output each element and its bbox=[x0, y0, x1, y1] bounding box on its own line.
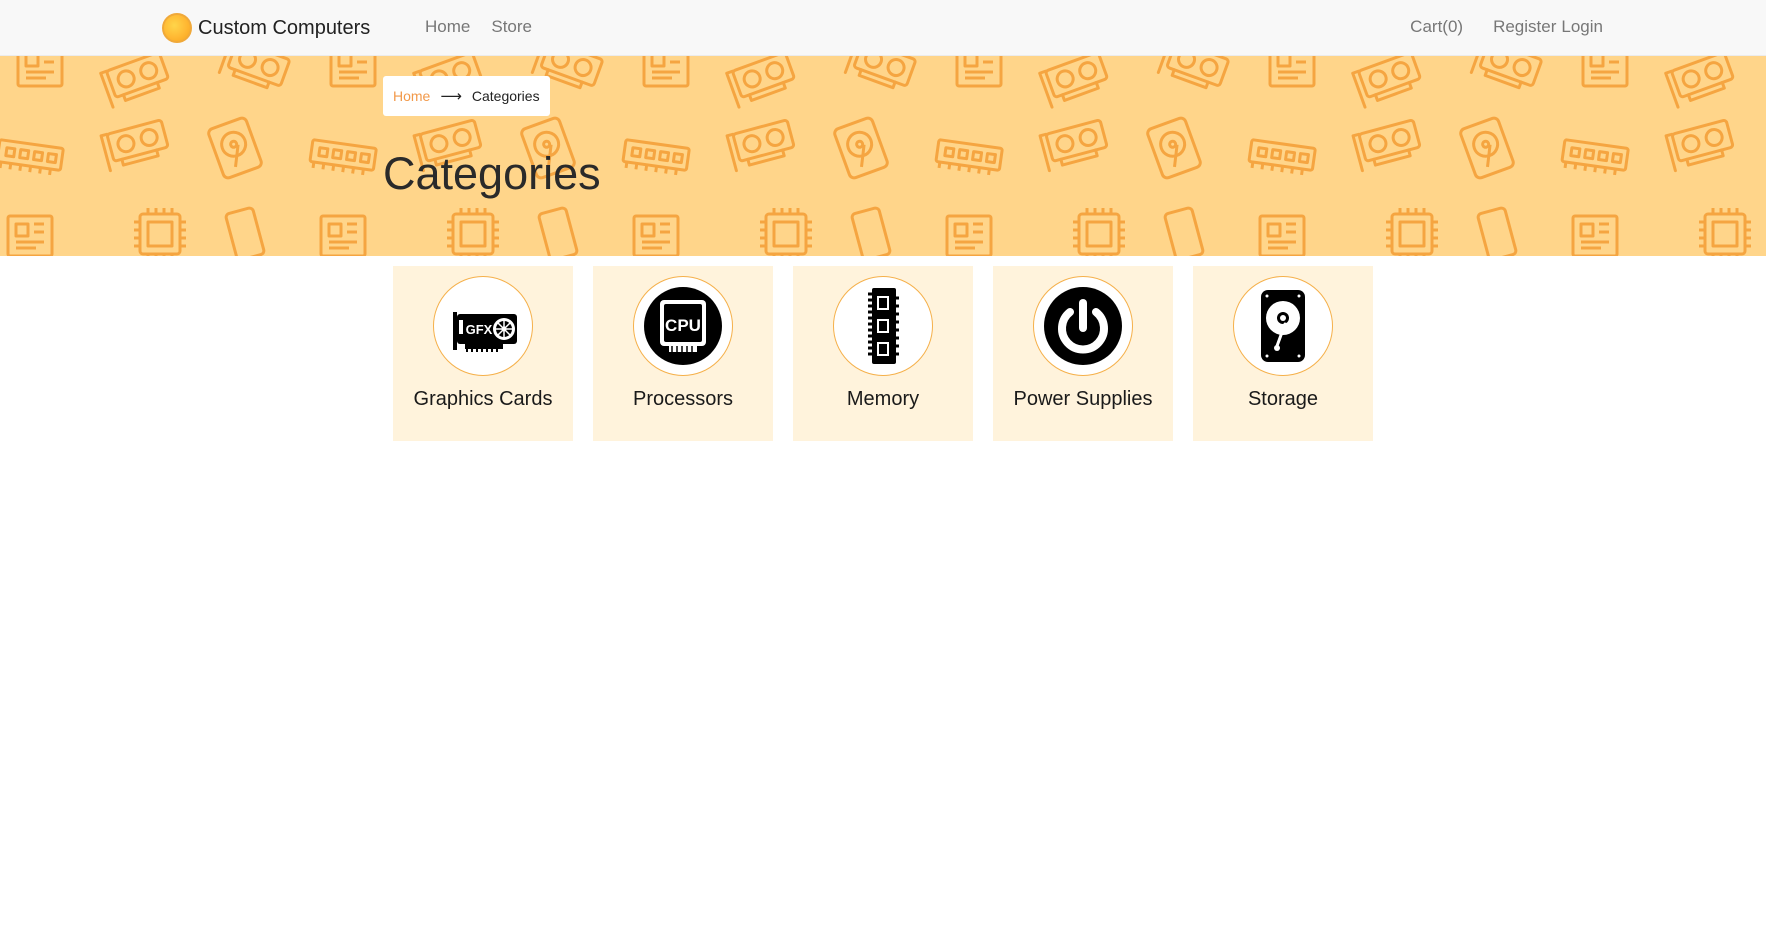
breadcrumb-current: Categories bbox=[471, 88, 540, 104]
category-card-memory[interactable]: Memory bbox=[793, 266, 973, 441]
nav-store-link[interactable]: Store bbox=[491, 17, 532, 37]
category-label: Power Supplies bbox=[1013, 388, 1153, 410]
cpu-icon: CPU bbox=[633, 276, 733, 376]
breadcrumb-home-link[interactable]: Home bbox=[393, 88, 430, 104]
svg-text:CPU: CPU bbox=[665, 316, 701, 335]
category-card-processors[interactable]: CPU Processors bbox=[593, 266, 773, 441]
primary-nav: Home Store bbox=[425, 17, 532, 37]
brand-name: Custom Computers bbox=[198, 16, 371, 39]
hardware-pattern-background bbox=[0, 56, 1766, 256]
auth-links: Register Login bbox=[1493, 17, 1603, 37]
nav-login-link[interactable]: Login bbox=[1561, 17, 1603, 37]
nav-home-link[interactable]: Home bbox=[425, 17, 470, 37]
svg-text:GFX: GFX bbox=[466, 322, 493, 337]
power-icon bbox=[1033, 276, 1133, 376]
category-label: Memory bbox=[846, 388, 920, 410]
category-card-power-supplies[interactable]: Power Supplies bbox=[993, 266, 1173, 441]
hero-banner: Home ⟶ Categories Categories bbox=[0, 56, 1766, 256]
category-label: Graphics Cards bbox=[413, 388, 553, 410]
nav-cart-link[interactable]: Cart(0) bbox=[1410, 17, 1463, 37]
nav-register-link[interactable]: Register bbox=[1493, 17, 1556, 37]
page-title: Categories bbox=[383, 148, 601, 199]
breadcrumb: Home ⟶ Categories bbox=[383, 76, 550, 116]
account-nav: Cart(0) Register Login bbox=[1410, 17, 1603, 37]
breadcrumb-arrow-icon: ⟶ bbox=[440, 88, 462, 105]
category-card-storage[interactable]: Storage bbox=[1193, 266, 1373, 441]
brand-link[interactable]: Custom Computers bbox=[162, 12, 370, 44]
memory-ram-icon bbox=[833, 276, 933, 376]
graphics-card-icon: GFX bbox=[433, 276, 533, 376]
hard-drive-icon bbox=[1233, 276, 1333, 376]
category-label: Storage bbox=[1247, 388, 1319, 410]
category-label: Processors bbox=[632, 388, 734, 410]
category-card-graphics-cards[interactable]: GFX Graphics Cards bbox=[393, 266, 573, 441]
category-grid: GFX Graphics Cards CPU Processors Memory… bbox=[393, 266, 1373, 441]
navbar: Custom Computers Home Store Cart(0) Regi… bbox=[0, 0, 1766, 56]
orange-circle-logo-icon bbox=[162, 13, 192, 43]
